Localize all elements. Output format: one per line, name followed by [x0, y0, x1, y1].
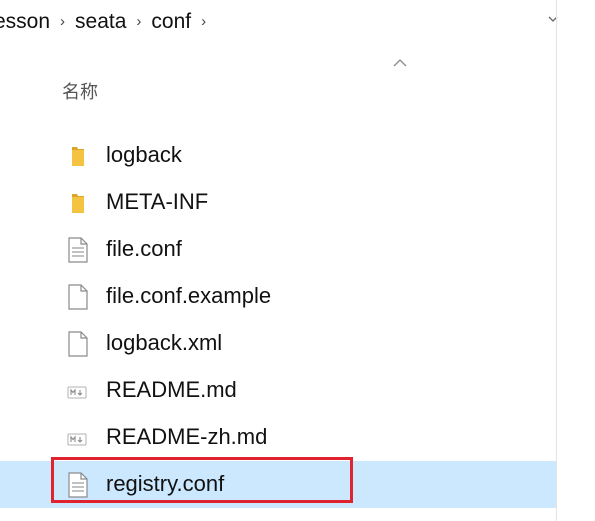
file-name: META-INF: [106, 189, 209, 214]
list-item[interactable]: README-zh.md: [0, 414, 556, 461]
list-item[interactable]: logback: [0, 132, 556, 179]
folder-icon: [72, 194, 84, 213]
folder-icon: [72, 147, 84, 166]
sort-ascending-icon[interactable]: [393, 58, 407, 67]
markdown-file-icon: [67, 433, 87, 446]
breadcrumb: esson › seata › conf ›: [0, 0, 560, 44]
file-explorer-window: esson › seata › conf › 名称 logback META-: [0, 0, 595, 521]
list-item[interactable]: file.conf: [0, 226, 556, 273]
breadcrumb-item-esson[interactable]: esson: [0, 10, 50, 34]
list-item[interactable]: README.md: [0, 367, 556, 414]
file-name: file.conf: [106, 236, 182, 261]
list-item[interactable]: file.conf.example: [0, 273, 556, 320]
file-name: README.md: [106, 377, 237, 402]
list-item[interactable]: META-INF: [0, 179, 556, 226]
pane-divider: [556, 0, 557, 521]
highlight-annotation-box: [51, 457, 353, 503]
file-name: README-zh.md: [106, 424, 268, 449]
chevron-right-icon[interactable]: ›: [201, 13, 206, 30]
chevron-right-icon[interactable]: ›: [60, 13, 65, 30]
file-name: logback.xml: [106, 330, 223, 355]
markdown-file-icon: [67, 386, 87, 399]
breadcrumb-item-conf[interactable]: conf: [151, 10, 191, 34]
chevron-right-icon[interactable]: ›: [136, 13, 141, 30]
file-name: logback: [106, 142, 182, 167]
blank-file-icon: [68, 331, 88, 357]
column-header-name[interactable]: 名称: [62, 78, 98, 104]
breadcrumb-item-seata[interactable]: seata: [75, 10, 126, 34]
text-file-icon: [68, 237, 88, 263]
file-list: logback META-INF file.conf file.conf.exa…: [0, 132, 556, 508]
file-name: file.conf.example: [106, 283, 272, 308]
blank-file-icon: [68, 284, 88, 310]
list-item[interactable]: logback.xml: [0, 320, 556, 367]
